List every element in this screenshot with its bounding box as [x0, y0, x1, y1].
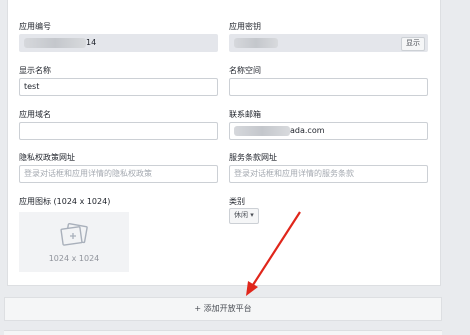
app-domain-input[interactable] — [19, 122, 218, 140]
app-id-suffix: 14 — [86, 38, 97, 47]
app-icon-upload[interactable]: 1024 x 1024 — [19, 212, 129, 272]
category-select[interactable]: 休闲 ▾ — [229, 208, 259, 224]
email-suffix: ada.com — [290, 126, 325, 135]
redacted-email — [234, 125, 290, 136]
display-name-input[interactable]: test — [19, 78, 218, 96]
redacted-app-id — [24, 37, 86, 48]
terms-placeholder: 登录对话框和应用详情的服务条款 — [234, 169, 354, 178]
contact-email-label: 联系邮箱 — [229, 110, 261, 119]
add-platform-button[interactable]: + 添加开放平台 — [4, 297, 442, 321]
show-secret-button[interactable]: 显示 — [401, 37, 425, 51]
privacy-policy-placeholder: 登录对话框和应用详情的隐私权政策 — [24, 169, 152, 178]
app-icon-label: 应用图标 (1024 x 1024) — [19, 197, 111, 206]
app-id-field: 14 — [19, 34, 218, 52]
app-domain-label: 应用域名 — [19, 110, 51, 119]
app-secret-field: 显示 — [229, 34, 428, 52]
contact-email-input[interactable]: ada.com — [229, 122, 428, 140]
namespace-label: 名称空间 — [229, 66, 261, 75]
namespace-input[interactable] — [229, 78, 428, 96]
app-secret-label: 应用密钥 — [229, 22, 261, 31]
next-section-edge — [4, 330, 442, 335]
terms-input[interactable]: 登录对话框和应用详情的服务条款 — [229, 165, 428, 183]
display-name-label: 显示名称 — [19, 66, 51, 75]
category-label: 类别 — [229, 197, 245, 206]
icon-size-hint: 1024 x 1024 — [48, 254, 100, 263]
privacy-policy-label: 隐私权政策网址 — [19, 153, 75, 162]
redacted-app-secret — [234, 37, 278, 48]
terms-label: 服务条款网址 — [229, 153, 277, 162]
app-id-label: 应用编号 — [19, 22, 51, 31]
privacy-policy-input[interactable]: 登录对话框和应用详情的隐私权政策 — [19, 165, 218, 183]
image-placeholder-icon — [60, 223, 88, 246]
